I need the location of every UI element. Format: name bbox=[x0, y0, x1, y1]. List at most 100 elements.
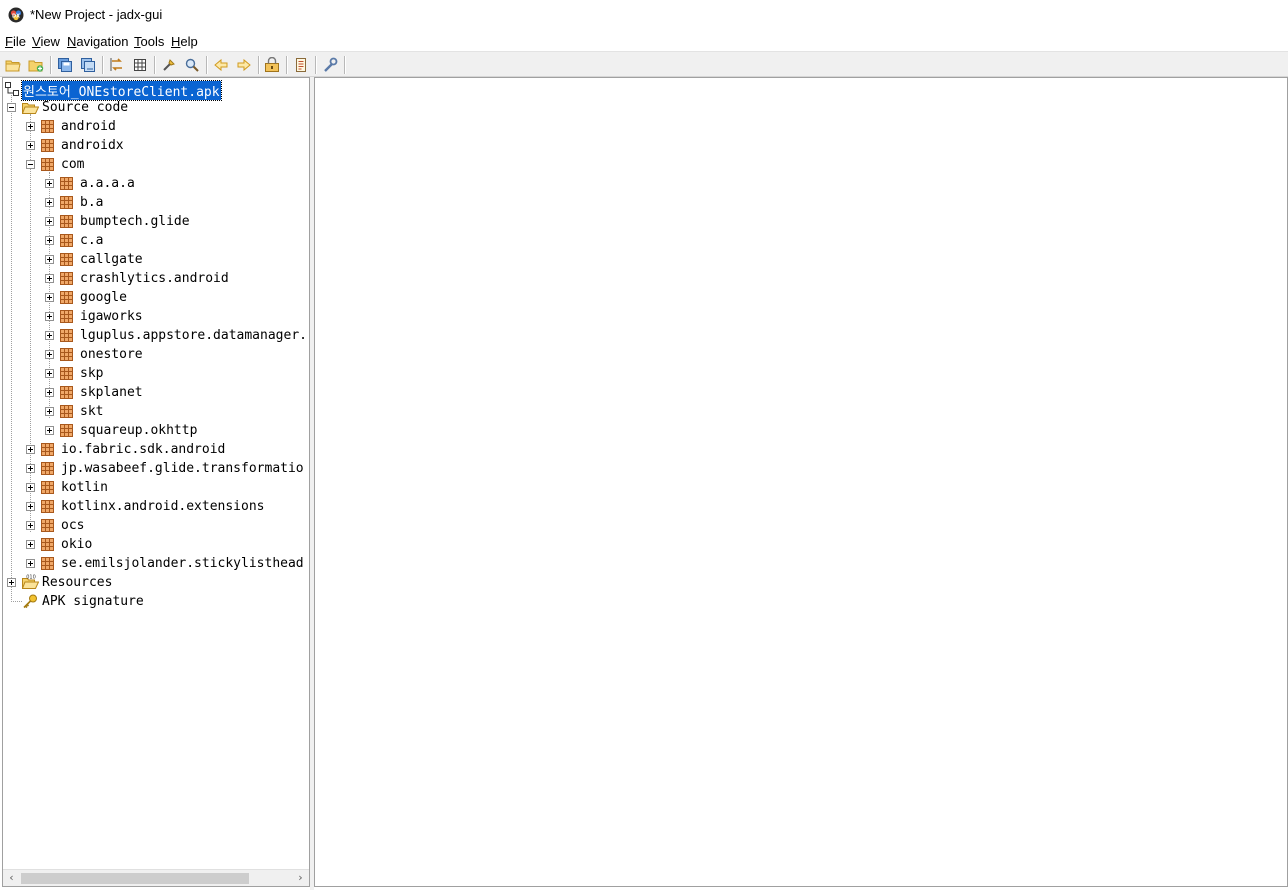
preferences-button[interactable] bbox=[320, 55, 340, 75]
sync-tree-icon bbox=[110, 58, 122, 71]
package-node[interactable]: jp.wasabeef.glide.transformatio bbox=[3, 459, 309, 478]
package-label: android bbox=[61, 119, 116, 134]
package-node[interactable]: callgate bbox=[3, 250, 309, 269]
code-view-area[interactable] bbox=[314, 77, 1288, 887]
tree-resources-node[interactable]: 010 Resources bbox=[3, 573, 309, 592]
text-search-button[interactable] bbox=[159, 55, 179, 75]
expand-toggle-icon[interactable] bbox=[45, 274, 54, 283]
expand-toggle-icon[interactable] bbox=[45, 179, 54, 188]
open-file-button[interactable] bbox=[3, 55, 23, 75]
package-node[interactable]: se.emilsjolander.stickylisthead bbox=[3, 554, 309, 573]
tree-root-node[interactable]: 원스토어_ONEstoreClient.apk bbox=[3, 79, 309, 101]
expand-toggle-icon[interactable] bbox=[45, 331, 54, 340]
expand-toggle-icon[interactable] bbox=[26, 141, 35, 150]
expand-toggle-icon[interactable] bbox=[45, 217, 54, 226]
tree-horizontal-scrollbar[interactable]: ‹ › bbox=[3, 869, 309, 886]
package-icon bbox=[60, 253, 73, 266]
toolbar-separator bbox=[258, 56, 260, 74]
scroll-left-icon[interactable]: ‹ bbox=[3, 870, 20, 886]
package-node[interactable]: google bbox=[3, 288, 309, 307]
package-icon bbox=[41, 443, 54, 456]
expand-toggle-icon[interactable] bbox=[26, 502, 35, 511]
package-icon bbox=[60, 310, 73, 323]
menu-file[interactable]: File bbox=[5, 34, 26, 49]
package-node[interactable]: android bbox=[3, 117, 309, 136]
toolbar-separator bbox=[286, 56, 288, 74]
package-node[interactable]: a.a.a.a bbox=[3, 174, 309, 193]
package-node[interactable]: kotlinx.android.extensions bbox=[3, 497, 309, 516]
package-node[interactable]: onestore bbox=[3, 345, 309, 364]
expand-toggle-icon[interactable] bbox=[7, 578, 16, 587]
toolbar-separator bbox=[206, 56, 208, 74]
package-node[interactable]: c.a bbox=[3, 231, 309, 250]
expand-toggle-icon[interactable] bbox=[26, 483, 35, 492]
save-all-button[interactable] bbox=[55, 55, 75, 75]
collapse-toggle-icon[interactable] bbox=[26, 160, 35, 169]
package-node[interactable]: com bbox=[3, 155, 309, 174]
package-node[interactable]: b.a bbox=[3, 193, 309, 212]
package-node[interactable]: io.fabric.sdk.android bbox=[3, 440, 309, 459]
menu-tools[interactable]: Tools bbox=[134, 34, 164, 49]
deobfuscation-icon bbox=[265, 57, 279, 72]
expand-toggle-icon[interactable] bbox=[45, 236, 54, 245]
package-node[interactable]: skp bbox=[3, 364, 309, 383]
export-button[interactable] bbox=[78, 55, 98, 75]
tree-source-code-label: Source code bbox=[42, 100, 129, 115]
scroll-right-icon[interactable]: › bbox=[292, 870, 309, 886]
toolbar-separator bbox=[344, 56, 346, 74]
package-label: igaworks bbox=[80, 309, 143, 324]
expand-toggle-icon[interactable] bbox=[26, 122, 35, 131]
log-viewer-button[interactable] bbox=[291, 55, 311, 75]
save-all-icon bbox=[58, 58, 72, 72]
package-node[interactable]: ocs bbox=[3, 516, 309, 535]
scrollbar-thumb[interactable] bbox=[21, 873, 249, 884]
expand-toggle-icon[interactable] bbox=[45, 426, 54, 435]
package-node[interactable]: bumptech.glide bbox=[3, 212, 309, 231]
deobfuscation-button[interactable] bbox=[262, 55, 282, 75]
menu-navigation[interactable]: Navigation bbox=[67, 34, 128, 49]
apk-root-icon bbox=[5, 82, 19, 96]
expand-toggle-icon[interactable] bbox=[26, 445, 35, 454]
forward-button[interactable] bbox=[234, 55, 254, 75]
package-node[interactable]: lguplus.appstore.datamanager. bbox=[3, 326, 309, 345]
expand-toggle-icon[interactable] bbox=[45, 312, 54, 321]
expand-toggle-icon[interactable] bbox=[45, 388, 54, 397]
class-search-button[interactable] bbox=[182, 55, 202, 75]
expand-toggle-icon[interactable] bbox=[26, 540, 35, 549]
expand-toggle-icon[interactable] bbox=[45, 198, 54, 207]
package-label: kotlin bbox=[61, 480, 108, 495]
add-files-button[interactable] bbox=[26, 55, 46, 75]
package-node[interactable]: kotlin bbox=[3, 478, 309, 497]
sync-tree-button[interactable] bbox=[107, 55, 127, 75]
expand-toggle-icon[interactable] bbox=[26, 559, 35, 568]
package-node[interactable]: skt bbox=[3, 402, 309, 421]
package-node[interactable]: androidx bbox=[3, 136, 309, 155]
expand-toggle-icon[interactable] bbox=[45, 407, 54, 416]
package-node[interactable]: crashlytics.android bbox=[3, 269, 309, 288]
collapse-toggle-icon[interactable] bbox=[7, 103, 16, 112]
toolbar-separator bbox=[154, 56, 156, 74]
expand-toggle-icon[interactable] bbox=[45, 255, 54, 264]
package-node[interactable]: squareup.okhttp bbox=[3, 421, 309, 440]
expand-toggle-icon[interactable] bbox=[45, 293, 54, 302]
expand-toggle-icon[interactable] bbox=[26, 464, 35, 473]
menu-view[interactable]: View bbox=[32, 34, 60, 49]
back-icon bbox=[214, 58, 228, 72]
package-label: onestore bbox=[80, 347, 143, 362]
menu-help[interactable]: Help bbox=[171, 34, 198, 49]
package-node[interactable]: skplanet bbox=[3, 383, 309, 402]
toolbar bbox=[0, 51, 1288, 77]
package-icon bbox=[41, 538, 54, 551]
package-node[interactable]: igaworks bbox=[3, 307, 309, 326]
expand-toggle-icon[interactable] bbox=[45, 350, 54, 359]
back-button[interactable] bbox=[211, 55, 231, 75]
project-tree[interactable]: 원스토어_ONEstoreClient.apk Source code andr… bbox=[2, 77, 310, 887]
package-node[interactable]: okio bbox=[3, 535, 309, 554]
tree-source-code-node[interactable]: Source code bbox=[3, 98, 309, 117]
expand-toggle-icon[interactable] bbox=[26, 521, 35, 530]
flatten-packages-icon bbox=[134, 59, 146, 71]
expand-toggle-icon[interactable] bbox=[45, 369, 54, 378]
tree-apk-signature-node[interactable]: APK signature bbox=[3, 592, 309, 611]
flatten-packages-button[interactable] bbox=[130, 55, 150, 75]
svg-text:010: 010 bbox=[26, 575, 36, 581]
